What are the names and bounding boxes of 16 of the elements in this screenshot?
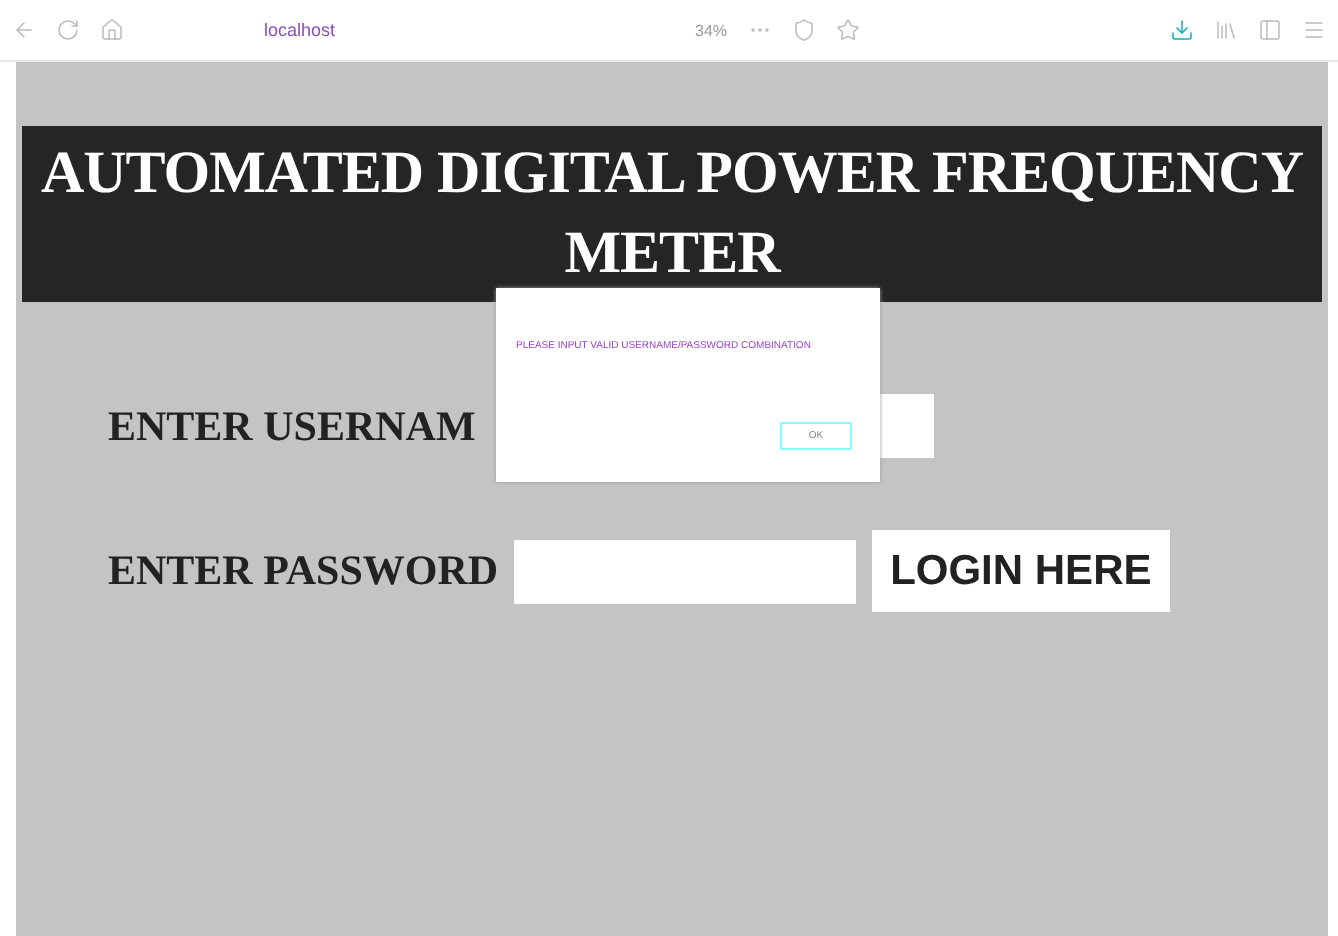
- login-button[interactable]: LOGIN HERE: [872, 530, 1170, 612]
- menu-icon[interactable]: [1302, 18, 1326, 42]
- shield-icon[interactable]: [791, 18, 816, 42]
- download-icon[interactable]: [1170, 18, 1194, 42]
- zoom-level[interactable]: 34%: [695, 21, 728, 39]
- back-icon[interactable]: [12, 18, 36, 42]
- password-field[interactable]: [514, 539, 857, 603]
- password-label: ENTER PASSWORD: [108, 546, 499, 596]
- library-icon[interactable]: [1214, 18, 1238, 42]
- username-label: ENTER USERNAM: [108, 401, 476, 451]
- address-field[interactable]: localhost: [264, 20, 336, 40]
- sidebar-icon[interactable]: [1258, 18, 1282, 42]
- home-icon[interactable]: [100, 18, 124, 42]
- star-icon[interactable]: [835, 18, 860, 42]
- page-title: AUTOMATED DIGITAL POWER FREQUENCY METER: [38, 138, 1306, 290]
- reload-icon[interactable]: [56, 18, 80, 42]
